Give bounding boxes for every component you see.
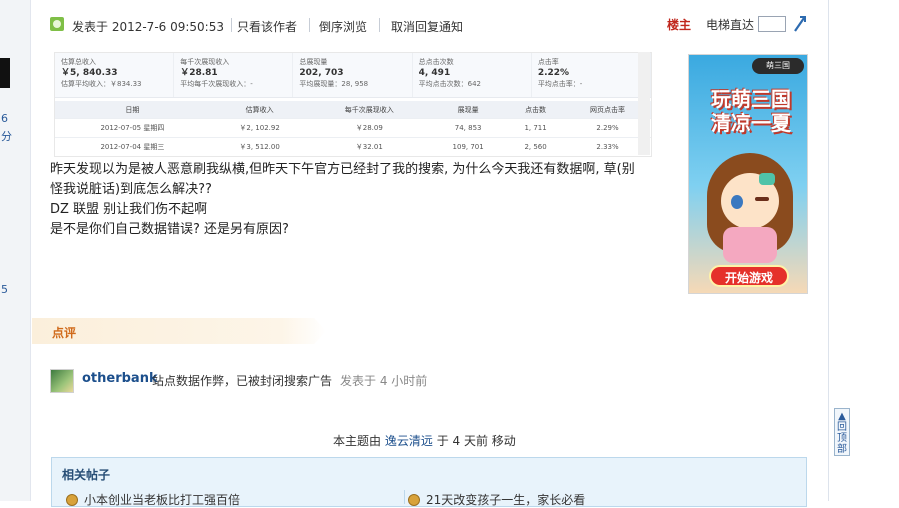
review-band [32,318,326,344]
table-header-row: 日期 估算收入 每千次展现收入 展现量 点击数 网页点击率 [55,101,651,119]
review-label: 点评 [52,326,77,340]
comment-text: 站点数据作弊，已被封闭搜索广告 [152,374,333,388]
post-body: 昨天发现以为是被人恶意刷我纵横,但昨天下午官方已经封了我的搜索, 为什么今天我还… [50,160,680,240]
back-to-top-button[interactable]: ▲ 回顶部 [834,408,850,456]
go-arrow-icon[interactable] [792,14,808,34]
reverse-view-link[interactable]: 倒序浏览 [319,18,367,35]
post-line: 怪我说脏话)到底怎么解决?? [50,182,212,197]
game-ad-banner[interactable]: 萌三国 玩萌三国 清凉一夏 开始游戏 [688,54,808,294]
elevator-input[interactable] [758,16,786,32]
stats-summary: 估算总收入 ￥5, 840.33 估算平均收入：￥834.33 每千次展现收入 … [55,53,652,98]
screenshot-scrollbar [638,52,650,155]
moderator-link[interactable]: 逸云清远 [385,434,433,448]
column-header: 日期 [55,101,210,119]
divider [309,18,310,32]
floor-label: 楼主 [667,18,692,32]
table-row: 2012-07-05 星期四 ￥2, 102.92 ￥28.09 74, 853… [55,118,651,138]
gutter-text-2: 分 [1,130,12,143]
column-header: 估算收入 [209,101,310,119]
post-line: DZ 联盟 别让我们伤不起啊 [50,202,208,217]
only-author-link[interactable]: 只看该作者 [237,18,297,35]
divider [379,18,380,32]
elevator-label: 电梯直达 [706,18,755,32]
stat-clicks: 总点击次数 4, 491 平均点击次数：642 [413,53,532,97]
online-status-icon [50,17,64,31]
cancel-notify-link[interactable]: 取消回复通知 [391,18,463,35]
revenue-screenshot: 估算总收入 ￥5, 840.33 估算平均收入：￥834.33 每千次展现收入 … [54,52,652,157]
post-line: 昨天发现以为是被人恶意刷我纵横,但昨天下午官方已经封了我的搜索, 为什么今天我还… [50,162,635,177]
gutter-text-1: 6 [1,112,8,125]
stat-total-income: 估算总收入 ￥5, 840.33 估算平均收入：￥834.33 [55,53,175,97]
column-header: 每千次展现收入 [309,101,430,119]
column-header: 展现量 [429,101,508,119]
left-gutter: 6 分 5 [0,0,31,501]
stat-ctr: 点击率 2.22% 平均点击率：- [532,53,652,97]
comment-user-link[interactable]: otherbank [82,371,158,386]
up-arrow-icon: ▲ [838,411,846,422]
coin-icon [408,494,420,506]
related-title: 相关帖子 [62,468,111,482]
character-eye [731,195,743,209]
divider [231,18,232,32]
ad-title: 玩萌三国 [711,87,791,111]
gutter-text-3: 5 [1,283,8,296]
ad-subtitle: 清凉一夏 [711,111,791,135]
coin-icon [66,494,78,506]
avatar[interactable] [50,369,74,393]
character-wink [755,197,769,201]
divider [404,490,405,504]
stat-impressions: 总展现量 202, 703 平均展现量：28, 958 [293,53,413,97]
moved-note: 本主题由 逸云清远 于 4 天前 移动 [333,434,516,448]
daily-stats-table: 日期 估算收入 每千次展现收入 展现量 点击数 网页点击率 2012-07-05… [55,101,651,156]
table-row: 2012-07-04 星期三 ￥3, 512.00 ￥32.01 109, 70… [55,137,651,156]
gutter-block [0,58,10,88]
stat-rpm: 每千次展现收入 ￥28.81 平均每千次展现收入：- [174,53,294,97]
comment-item: otherbank 站点数据作弊，已被封闭搜索广告 发表于 4 小时前 [50,369,750,393]
post-header: 发表于 2012-7-6 09:50:53 只看该作者 倒序浏览 取消回复通知 … [50,14,810,36]
ad-logo: 萌三国 [752,58,804,74]
related-posts: 相关帖子 小本创业当老板比打工强百倍 21天改变孩子一生，家长必看 [51,457,807,507]
column-header: 点击数 [507,101,565,119]
character-body [723,227,777,263]
post-time: 发表于 2012-7-6 09:50:53 [72,20,224,34]
related-item[interactable]: 21天改变孩子一生，家长必看 [408,491,585,508]
post-line: 是不是你们自己数据错误? 还是另有原因? [50,222,289,237]
start-game-button[interactable]: 开始游戏 [709,265,789,287]
comment-time: 发表于 4 小时前 [340,374,428,388]
character-bow [759,173,775,185]
related-item[interactable]: 小本创业当老板比打工强百倍 [66,491,240,508]
